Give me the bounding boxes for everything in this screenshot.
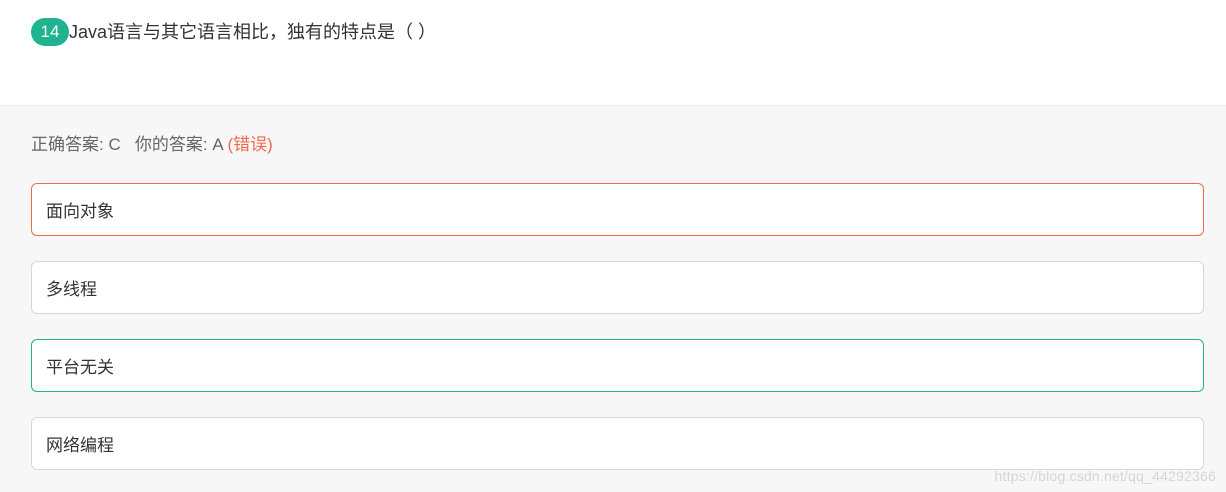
options-list: 面向对象 多线程 平台无关 网络编程 — [31, 183, 1204, 492]
option-c-text: 平台无关 — [46, 358, 114, 377]
answer-panel: 正确答案: C 你的答案: A (错误) 面向对象 多线程 平台无关 网络编程 … — [0, 106, 1226, 492]
answer-summary: 正确答案: C 你的答案: A (错误) — [31, 133, 273, 157]
question-header: 14 Java语言与其它语言相比，独有的特点是（ ） — [0, 0, 1226, 106]
question-number-badge: 14 — [31, 18, 69, 46]
your-answer-label: 你的答案: A — [134, 135, 223, 154]
option-d-text: 网络编程 — [46, 436, 114, 455]
watermark-text: https://blog.csdn.net/qq_44292366 — [994, 468, 1216, 484]
question-line: 14 Java语言与其它语言相比，独有的特点是（ ） — [31, 18, 436, 46]
result-label: (错误) — [227, 135, 273, 154]
option-a[interactable]: 面向对象 — [31, 183, 1204, 236]
option-c[interactable]: 平台无关 — [31, 339, 1204, 392]
option-d[interactable]: 网络编程 — [31, 417, 1204, 470]
correct-answer-label: 正确答案: C — [31, 135, 121, 154]
option-b[interactable]: 多线程 — [31, 261, 1204, 314]
option-a-text: 面向对象 — [46, 202, 114, 221]
question-text: Java语言与其它语言相比，独有的特点是（ ） — [69, 22, 437, 42]
option-b-text: 多线程 — [46, 280, 97, 299]
quiz-page: 14 Java语言与其它语言相比，独有的特点是（ ） 正确答案: C 你的答案:… — [0, 0, 1226, 492]
